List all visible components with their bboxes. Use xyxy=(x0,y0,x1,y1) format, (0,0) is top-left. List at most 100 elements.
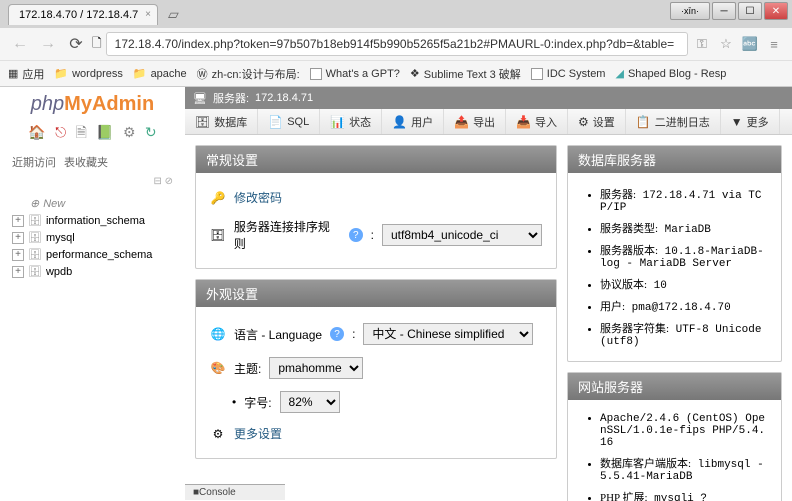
theme-icon: 🎨 xyxy=(210,361,226,375)
info-item: 服务器类型: MariaDB xyxy=(600,217,767,239)
change-password-link[interactable]: 修改密码 xyxy=(234,189,282,206)
sidebar: phpMyAdmin 🏠 ⎋ 🗎 📗 ⚙ ↻ 近期访问 表收藏夹 ⊟ ⊘ ⊕Ne… xyxy=(0,87,185,501)
nav-label: 导入 xyxy=(535,114,557,130)
server-breadcrumb: 🖥 服务器: 172.18.4.71 xyxy=(185,87,792,109)
info-item: 用户: pma@172.18.4.70 xyxy=(600,295,767,317)
settings-icon[interactable]: ⚙ xyxy=(123,124,136,140)
nav-label: 用户 xyxy=(411,114,433,130)
general-settings-panel: 常规设置 🔑 修改密码 🗄 服务器连接排序规则 ?: utf8mb4_unico… xyxy=(195,145,557,269)
language-label: 语言 - Language xyxy=(234,326,322,343)
new-tab-button[interactable]: ▱ xyxy=(162,6,185,23)
link-icon[interactable]: ⊘ xyxy=(165,176,173,187)
tab-title: 172.18.4.70 / 172.18.4.7 xyxy=(19,9,138,21)
fontsize-select[interactable]: 82% xyxy=(280,391,340,413)
topnav-item[interactable]: 👤 用户 xyxy=(382,109,444,134)
page-icon: 🗋 xyxy=(92,34,102,55)
forward-button[interactable]: → xyxy=(36,32,60,56)
bookmark-link[interactable]: ◢Shaped Blog - Resp xyxy=(615,67,726,80)
language-icon: 🌐 xyxy=(210,327,226,341)
topnav-item[interactable]: 📥 导入 xyxy=(506,109,568,134)
apps-button[interactable]: ▦ 应用 xyxy=(8,66,44,82)
bookmark-folder[interactable]: 📁apache xyxy=(133,67,187,80)
query-icon[interactable]: 🗎 xyxy=(76,124,87,140)
top-nav: 🗄数据库📄SQL 📊 状态 👤 用户 📤 导出 📥 导入 ⚙ 设置 📋 二进制日志 ▼ 更多 xyxy=(185,109,792,135)
more-settings-link[interactable]: 更多设置 xyxy=(234,425,282,442)
topnav-item[interactable]: 📋 二进制日志 xyxy=(626,109,721,134)
bookmark-folder[interactable]: 📁wordpress xyxy=(54,67,122,80)
logout-icon[interactable]: ⎋ xyxy=(55,124,66,140)
url-input[interactable] xyxy=(106,32,688,56)
collapse-icon[interactable]: ⊟ xyxy=(153,176,161,187)
nav-icon: 👤 xyxy=(392,115,407,129)
nav-icon: 📤 xyxy=(454,115,469,129)
docs-icon[interactable]: 📗 xyxy=(96,124,113,140)
translate-icon[interactable]: 🔤 xyxy=(740,34,760,54)
info-item: 服务器版本: 10.1.8-MariaDB-log - MariaDB Serv… xyxy=(600,239,767,273)
bookmark-link[interactable]: What's a GPT? xyxy=(310,68,400,80)
info-item: 服务器字符集: UTF-8 Unicode (utf8) xyxy=(600,317,767,351)
nav-label: 状态 xyxy=(349,114,371,130)
key-icon[interactable]: ⚿ xyxy=(692,34,712,54)
console-toggle[interactable]: ■Console xyxy=(185,484,285,500)
topnav-item[interactable]: 🗄数据库 xyxy=(185,109,258,134)
collation-select[interactable]: utf8mb4_unicode_ci xyxy=(382,224,542,246)
nav-icon: 📊 xyxy=(330,115,345,129)
bookmark-link[interactable]: Ⓦzh-cn:设计与布局: xyxy=(197,66,300,82)
bookmark-link[interactable]: ❖Sublime Text 3 破解 xyxy=(410,66,521,82)
sidebar-quick-icons: 🏠 ⎋ 🗎 📗 ⚙ ↻ xyxy=(6,118,179,150)
nav-label: 数据库 xyxy=(214,114,247,130)
gear-icon: ⚙ xyxy=(210,427,226,441)
theme-label: 主题: xyxy=(234,360,261,377)
nav-label: 导出 xyxy=(473,114,495,130)
nav-icon: ▼ xyxy=(731,115,743,129)
menu-icon[interactable]: ≡ xyxy=(764,34,784,54)
new-database[interactable]: ⊕New xyxy=(6,195,179,212)
topnav-item[interactable]: 📊 状态 xyxy=(320,109,382,134)
db-item[interactable]: +🗄performance_schema xyxy=(6,246,179,263)
appearance-settings-panel: 外观设置 🌐 语言 - Language ?: 中文 - Chinese sim… xyxy=(195,279,557,459)
star-icon[interactable]: ☆ xyxy=(716,34,736,54)
theme-select[interactable]: pmahomme xyxy=(269,357,363,379)
db-server-panel: 数据库服务器 服务器: 172.18.4.71 via TCP/IP服务器类型:… xyxy=(567,145,782,362)
key-icon: 🔑 xyxy=(210,191,226,205)
minimize-button[interactable]: ─ xyxy=(712,2,736,20)
recent-tab[interactable]: 近期访问 xyxy=(12,154,56,170)
xin-indicator: ·xīn· xyxy=(670,2,710,20)
help-icon[interactable]: ? xyxy=(349,228,363,242)
nav-label: 二进制日志 xyxy=(655,114,710,130)
server-icon: 🖥 xyxy=(193,92,207,105)
topnav-item[interactable]: ▼ 更多 xyxy=(721,109,780,134)
reload-icon[interactable]: ↻ xyxy=(145,124,157,140)
collation-label: 服务器连接排序规则 xyxy=(234,218,341,252)
home-icon[interactable]: 🏠 xyxy=(28,124,45,140)
topnav-item[interactable]: 📤 导出 xyxy=(444,109,506,134)
db-item[interactable]: +🗄information_schema xyxy=(6,212,179,229)
db-item[interactable]: +🗄mysql xyxy=(6,229,179,246)
favorites-tab[interactable]: 表收藏夹 xyxy=(64,154,108,170)
db-item[interactable]: +🗄wpdb xyxy=(6,263,179,280)
bookmarks-bar: ▦ 应用 📁wordpress 📁apache Ⓦzh-cn:设计与布局: Wh… xyxy=(0,60,792,86)
nav-label: SQL xyxy=(287,116,309,128)
nav-label: 设置 xyxy=(593,114,615,130)
tab-bar: 172.18.4.70 / 172.18.4.7 × ▱ ·xīn· ─ ☐ ✕ xyxy=(0,0,792,28)
pma-logo[interactable]: phpMyAdmin xyxy=(6,91,179,118)
panel-title: 外观设置 xyxy=(196,280,556,307)
topnav-item[interactable]: 📄SQL xyxy=(258,109,320,134)
language-select[interactable]: 中文 - Chinese simplified xyxy=(363,323,533,345)
nav-icon: 📋 xyxy=(636,115,651,129)
nav-icon: ⚙ xyxy=(578,115,589,129)
nav-label: 更多 xyxy=(747,114,769,130)
back-button[interactable]: ← xyxy=(8,32,32,56)
window-close-button[interactable]: ✕ xyxy=(764,2,788,20)
collation-icon: 🗄 xyxy=(210,228,226,242)
reload-button[interactable]: ⟳ xyxy=(64,32,88,56)
help-icon[interactable]: ? xyxy=(330,327,344,341)
nav-icon: 📥 xyxy=(516,115,531,129)
browser-tab[interactable]: 172.18.4.70 / 172.18.4.7 × xyxy=(8,4,158,25)
database-tree: ⊕New +🗄information_schema +🗄mysql +🗄perf… xyxy=(6,189,179,286)
maximize-button[interactable]: ☐ xyxy=(738,2,762,20)
bookmark-link[interactable]: IDC System xyxy=(531,68,606,80)
info-item: Apache/2.4.6 (CentOS) OpenSSL/1.0.1e-fip… xyxy=(600,410,767,452)
tab-close-icon[interactable]: × xyxy=(145,9,151,20)
topnav-item[interactable]: ⚙ 设置 xyxy=(568,109,626,134)
